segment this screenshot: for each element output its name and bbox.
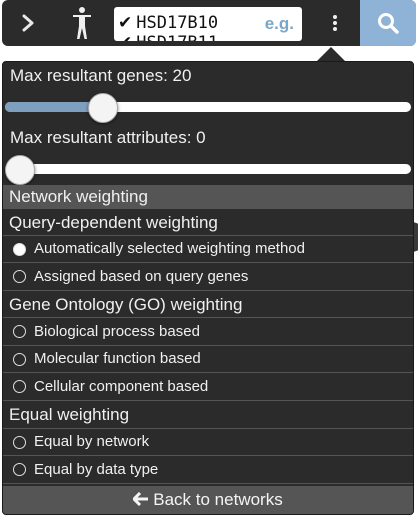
radio-unselected-icon[interactable]	[13, 435, 26, 449]
gene-search-input[interactable]: ✔HSD17B10 ✔HSD17B11 e.g.	[114, 7, 302, 41]
network-options-menu: Max resultant genes: 20 Max resultant at…	[2, 61, 414, 515]
weighting-option-label: Equal by data type	[34, 460, 159, 478]
weighting-option-biological-process[interactable]: Biological process based	[3, 318, 413, 346]
weighting-option-equal-data-type[interactable]: Equal by data type	[3, 456, 413, 484]
max-attributes-slider-handle[interactable]	[5, 155, 35, 185]
max-genes-label: Max resultant genes: 20	[10, 66, 192, 85]
weighting-option-equal-network[interactable]: Equal by network	[3, 429, 413, 456]
radio-selected-icon[interactable]	[13, 242, 26, 256]
weighting-option-label: Assigned based on query genes	[34, 267, 249, 285]
max-genes-slider-handle[interactable]	[87, 93, 118, 123]
max-attributes-slider[interactable]	[3, 154, 413, 185]
back-to-networks-button[interactable]: Back to networks	[3, 486, 413, 514]
query-gene-text: HSD17B10	[136, 13, 219, 33]
weighting-group-title: Gene Ontology (GO) weighting	[3, 291, 413, 318]
query-gene: ✔ HSD17B11	[118, 33, 218, 41]
top-toolbar: ✔HSD17B10 ✔HSD17B11 e.g.	[2, 0, 416, 46]
radio-unselected-icon[interactable]	[13, 352, 26, 366]
max-attributes-label: Max resultant attributes: 0	[10, 128, 206, 147]
weighting-group-title: Query-dependent weighting	[3, 209, 413, 236]
weighting-option-label: Molecular function based	[34, 350, 201, 367]
back-to-networks-label: Back to networks	[153, 490, 283, 509]
radio-unselected-icon[interactable]	[13, 463, 26, 476]
query-gene: ✔ HSD17B10	[118, 13, 218, 33]
chevron-right-icon	[22, 14, 34, 32]
vertical-ellipsis-icon	[333, 15, 337, 31]
checkmark-icon: ✔	[118, 13, 133, 33]
magnifier-icon	[378, 13, 399, 34]
max-genes-slider[interactable]	[3, 92, 413, 123]
arrow-left-icon	[132, 491, 149, 507]
network-weighting-header: Network weighting	[3, 185, 413, 209]
weighting-option-label: Equal by network	[34, 433, 150, 450]
weighting-option-molecular-function[interactable]: Molecular function based	[3, 346, 413, 373]
radio-unselected-icon[interactable]	[13, 325, 26, 338]
weighting-option-automatic[interactable]: Automatically selected weighting method	[3, 236, 413, 263]
radio-unselected-icon[interactable]	[13, 270, 26, 283]
query-gene-text: HSD17B11	[136, 33, 218, 41]
expand-button[interactable]	[8, 0, 48, 46]
max-genes-slider-track[interactable]	[5, 102, 411, 112]
weighting-option-query-genes[interactable]: Assigned based on query genes	[3, 263, 413, 291]
human-figure-icon	[73, 7, 91, 39]
search-button[interactable]	[360, 0, 416, 46]
options-menu-button[interactable]	[320, 0, 350, 46]
radio-unselected-icon[interactable]	[13, 380, 26, 393]
menu-caret	[317, 47, 345, 61]
max-attributes-slider-track[interactable]	[5, 164, 411, 174]
weighting-option-label: Cellular component based	[34, 377, 209, 395]
weighting-option-label: Biological process based	[34, 322, 200, 340]
checkmark-icon: ✔	[118, 33, 132, 41]
example-hint-link[interactable]: e.g.	[265, 14, 294, 34]
weighting-group-title: Equal weighting	[3, 401, 413, 429]
organism-selector-button[interactable]	[60, 0, 104, 46]
weighting-option-label: Automatically selected weighting method	[34, 240, 305, 257]
weighting-option-cellular-component[interactable]: Cellular component based	[3, 373, 413, 401]
